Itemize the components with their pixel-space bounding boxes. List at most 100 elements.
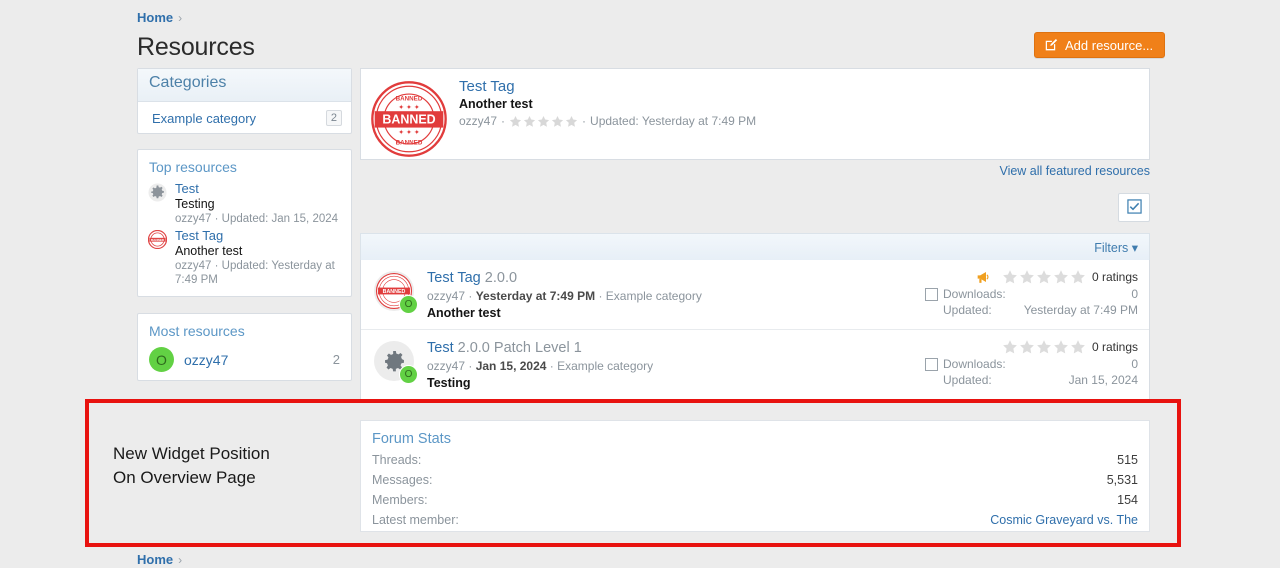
breadcrumb-separator-icon: › bbox=[178, 553, 183, 567]
checkbox-icon[interactable] bbox=[919, 287, 943, 301]
svg-text:BANNED: BANNED bbox=[396, 140, 423, 147]
forum-stats-row: Latest member: Cosmic Graveyard vs. The bbox=[361, 513, 1149, 527]
most-resources-header: Most resources bbox=[149, 323, 245, 339]
banned-stamp-icon: BANNED bbox=[147, 229, 168, 250]
forum-stats-title: Forum Stats bbox=[372, 431, 451, 447]
banned-stamp-icon: BANNED O bbox=[374, 271, 418, 314]
breadcrumb-separator-icon: › bbox=[178, 11, 183, 25]
updated-label: Updated: bbox=[943, 303, 992, 317]
checkbox-checked-icon bbox=[1126, 198, 1142, 217]
top-resources-block: Top resources Test Testing ozzy47 · Upda… bbox=[137, 149, 352, 297]
most-resources-user-row[interactable]: O ozzy47 2 bbox=[138, 343, 351, 372]
featured-resource-author: ozzy47 bbox=[459, 114, 498, 128]
top-resource-desc: Another test bbox=[175, 244, 243, 258]
resource-author[interactable]: ozzy47 bbox=[427, 359, 465, 373]
updated-value: Yesterday at 7:49 PM bbox=[1023, 303, 1138, 317]
megaphone-icon bbox=[972, 270, 996, 284]
featured-resource-title-link[interactable]: Test Tag bbox=[459, 78, 515, 95]
meta-separator: · bbox=[501, 114, 506, 128]
star-rating bbox=[509, 115, 578, 128]
resource-version: 2.0.0 Patch Level 1 bbox=[457, 340, 582, 356]
filters-button[interactable]: Filters ▾ bbox=[1094, 240, 1138, 255]
table-row[interactable]: O Test 2.0.0 Patch Level 1 ozzy47 · Jan … bbox=[361, 330, 1149, 399]
annotation-line-2: On Overview Page bbox=[113, 468, 256, 487]
top-resource-meta: ozzy47 · Updated: Yesterday at 7:49 PM bbox=[175, 260, 335, 286]
downloads-label: Downloads: bbox=[943, 287, 1006, 301]
banned-stamp-icon: BANNED BANNED ✦ ✦ ✦ ✦ ✦ ✦ BANNED bbox=[361, 78, 457, 158]
checkbox-icon[interactable] bbox=[919, 357, 943, 371]
top-resources-header: Top resources bbox=[149, 159, 237, 175]
widget-position-annotation: New Widget Position On Overview Page bbox=[113, 442, 270, 490]
breadcrumb-home-link[interactable]: Home bbox=[137, 10, 173, 25]
resource-title-link[interactable]: Test bbox=[427, 340, 454, 356]
forum-stats-row: Members: 154 bbox=[361, 493, 1149, 507]
view-all-featured: View all featured resources bbox=[360, 164, 1150, 178]
annotation-line-1: New Widget Position bbox=[113, 444, 270, 463]
updated-value: Jan 15, 2024 bbox=[1068, 373, 1138, 387]
svg-text:BANNED: BANNED bbox=[382, 113, 435, 127]
resource-category[interactable]: Example category bbox=[557, 359, 653, 373]
category-count-badge: 2 bbox=[325, 110, 342, 126]
avatar: O bbox=[399, 365, 418, 384]
top-resource-title-link[interactable]: Test bbox=[175, 181, 199, 196]
page-root: Home › Resources Add resource... Categori… bbox=[0, 0, 1280, 568]
svg-text:BANNED: BANNED bbox=[151, 238, 165, 242]
resource-category[interactable]: Example category bbox=[606, 289, 702, 303]
resource-date: Jan 15, 2024 bbox=[475, 359, 547, 373]
resource-tagline: Testing bbox=[427, 376, 471, 390]
breadcrumb-home-link[interactable]: Home bbox=[137, 552, 173, 567]
forum-stats-widget: Forum Stats Threads: 515 Messages: 5,531… bbox=[360, 420, 1150, 532]
top-resource-title-link[interactable]: Test Tag bbox=[175, 228, 223, 243]
resource-title-link[interactable]: Test Tag bbox=[427, 270, 481, 286]
gear-icon: O bbox=[374, 341, 418, 384]
most-resources-block: Most resources O ozzy47 2 bbox=[137, 313, 352, 381]
featured-resource-desc: Another test bbox=[459, 97, 533, 111]
top-resource-meta: ozzy47 · Updated: Jan 15, 2024 bbox=[175, 213, 339, 225]
view-all-featured-link[interactable]: View all featured resources bbox=[999, 164, 1150, 178]
top-resource-desc: Testing bbox=[175, 197, 215, 211]
forum-stats-row: Threads: 515 bbox=[361, 453, 1149, 467]
most-resources-username[interactable]: ozzy47 bbox=[184, 352, 333, 368]
forum-stats-label: Latest member: bbox=[372, 513, 459, 527]
select-all-button[interactable] bbox=[1118, 193, 1150, 222]
star-rating[interactable] bbox=[1002, 339, 1086, 355]
add-resource-button-label: Add resource... bbox=[1065, 37, 1154, 53]
table-row[interactable]: BANNED O Test Tag 2.0.0 ozzy47 · Yesterd… bbox=[361, 260, 1149, 330]
featured-resource-updated: Updated: Yesterday at 7:49 PM bbox=[590, 114, 757, 128]
meta-separator: · bbox=[582, 114, 587, 128]
resource-tagline: Another test bbox=[427, 306, 501, 320]
breadcrumb: Home › bbox=[137, 10, 182, 25]
list-item[interactable]: BANNED Test Tag Another test ozzy47 · Up… bbox=[138, 228, 351, 287]
ratings-count: 0 ratings bbox=[1091, 270, 1138, 284]
category-link[interactable]: Example category bbox=[152, 111, 256, 126]
categories-header: Categories bbox=[138, 69, 351, 102]
page-title: Resources bbox=[137, 33, 255, 61]
resource-toolbar bbox=[360, 193, 1150, 223]
forum-stats-row: Messages: 5,531 bbox=[361, 473, 1149, 487]
sidebar-item-example-category[interactable]: Example category 2 bbox=[138, 102, 351, 134]
svg-text:BANNED: BANNED bbox=[396, 95, 423, 102]
downloads-value: 0 bbox=[1131, 357, 1138, 371]
resource-list: BANNED O Test Tag 2.0.0 ozzy47 · Yesterd… bbox=[360, 260, 1150, 400]
resource-date: Yesterday at 7:49 PM bbox=[475, 289, 596, 303]
add-resource-button[interactable]: Add resource... bbox=[1034, 32, 1166, 58]
updated-label: Updated: bbox=[943, 373, 992, 387]
gear-icon bbox=[148, 183, 167, 202]
forum-stats-label: Members: bbox=[372, 493, 428, 507]
edit-square-icon bbox=[1044, 38, 1058, 52]
forum-stats-value: 154 bbox=[1117, 493, 1138, 507]
ratings-count: 0 ratings bbox=[1091, 340, 1138, 354]
resource-author[interactable]: ozzy47 bbox=[427, 289, 465, 303]
downloads-value: 0 bbox=[1131, 287, 1138, 301]
latest-member-link[interactable]: Cosmic Graveyard vs. The bbox=[990, 513, 1138, 527]
breadcrumb: Home › bbox=[137, 552, 182, 567]
filters-label: Filters bbox=[1094, 240, 1129, 255]
featured-resource-card[interactable]: BANNED BANNED ✦ ✦ ✦ ✦ ✦ ✦ BANNED Test Ta… bbox=[360, 68, 1150, 160]
categories-block: Categories Example category 2 bbox=[137, 68, 352, 134]
downloads-label: Downloads: bbox=[943, 357, 1006, 371]
forum-stats-label: Messages: bbox=[372, 473, 433, 487]
resource-version: 2.0.0 bbox=[484, 270, 518, 286]
star-rating[interactable] bbox=[1002, 269, 1086, 285]
list-item[interactable]: Test Testing ozzy47 · Updated: Jan 15, 2… bbox=[138, 181, 351, 226]
svg-text:✦ ✦ ✦: ✦ ✦ ✦ bbox=[398, 104, 420, 112]
